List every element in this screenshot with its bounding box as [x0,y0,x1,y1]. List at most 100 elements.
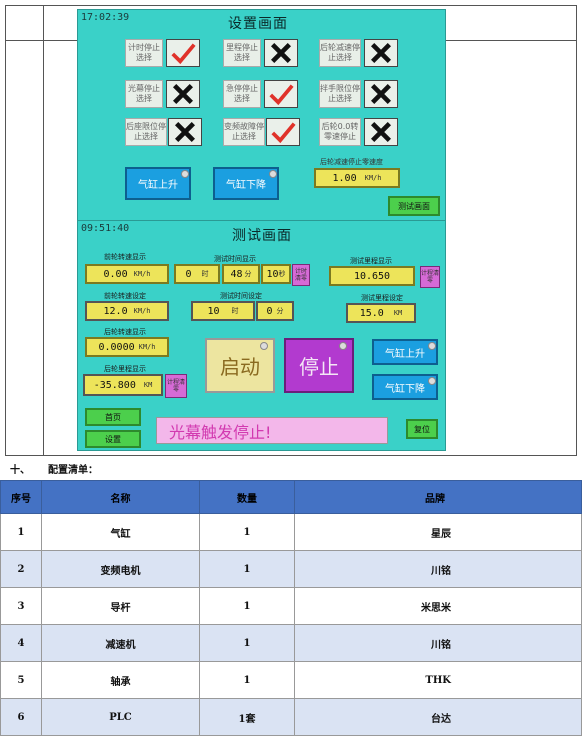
option-toggle-estop-stop[interactable] [264,80,298,108]
front-speed-set-label: 前轮转速设定 [104,292,146,300]
table-row: 2 变频电机 1 川铭 [0,550,582,588]
front-speed-set-input[interactable]: 12.0 KM/h [85,301,169,321]
rear-mileage-value: -35.800 [93,379,136,391]
front-speed-label: 前轮转速显示 [104,253,146,261]
row-index: 3 [0,587,42,625]
front-speed-value: 0.00 [103,268,128,280]
section-title: 配置清单： [48,465,98,476]
option-toggle-zero-speed-stop[interactable] [364,118,398,146]
test-cylinder-down-label: 气缸下降 [385,383,425,395]
rear-slow-speed-unit: KM/h [364,174,382,182]
cylinder-up-label: 气缸上升 [138,180,178,191]
home-label: 首页 [105,412,121,422]
rear-speed-label: 后轮转速显示 [104,328,146,336]
test-cylinder-down-indicator-icon [428,377,436,385]
front-speed-display: 0.00 KM/h [85,264,169,284]
header-name: 名称 [41,480,200,514]
option-toggle-rear-slow-stop[interactable] [364,39,398,67]
row-quantity: 1 [199,550,295,588]
option-toggle-seat-limit-stop[interactable] [168,118,202,146]
settings-title: 设置画面 [228,16,288,32]
checkmark-icon [269,84,294,106]
cross-icon [271,43,291,63]
test-time-minutes-value: 48 [230,268,243,280]
rear-speed-value: 0.0000 [98,341,135,353]
test-time-set-minutes-value: 0 [266,305,273,317]
reset-button[interactable]: 复位 [406,419,438,439]
option-toggle-curtain-stop[interactable] [166,80,200,108]
mileage-set-input[interactable]: 15.0 KM [346,303,416,323]
row-quantity: 1 [199,587,295,625]
front-speed-set-value: 12.0 [103,305,128,317]
rear-speed-display: 0.0000 KM/h [85,337,169,357]
mileage-clear-button[interactable]: 计程清零 [420,266,440,288]
rear-speed-unit: KM/h [138,343,156,351]
test-time-set-minutes-input[interactable]: 0 分 [256,301,294,321]
option-label-mileage-stop: 里程停止选择 [223,39,261,67]
test-screen-button[interactable]: 测试画面 [388,196,440,216]
option-toggle-vfd-fault-stop[interactable] [266,118,300,146]
checkmark-icon [271,122,296,144]
rear-slow-speed-input[interactable]: 1.00 KM/h [314,168,400,188]
rear-clear-button[interactable]: 计程清零 [165,374,187,398]
row-brand: 川铭 [294,550,582,588]
settings-clock: 17:02:39 [81,12,130,23]
home-button[interactable]: 首页 [85,408,141,426]
row-index: 2 [0,550,42,588]
row-index: 5 [0,661,42,699]
header-quantity: 数量 [199,480,295,514]
frame-divider-left [43,5,44,456]
test-time-hours-value: 0 [185,268,192,280]
settings-label: 设置 [105,434,121,444]
stop-indicator-icon [339,342,347,350]
front-speed-set-unit: KM/h [133,307,151,315]
test-time-seconds-value: 10 [266,268,279,280]
row-quantity: 1套 [199,698,295,736]
option-label-estop-stop: 急停停止选择 [223,80,261,108]
table-row: 6 PLC 1套 台达 [0,698,582,736]
timer-clear-button[interactable]: 计时清零 [292,264,310,286]
option-label-zero-speed-stop: 后轮0.0转零速停止 [319,118,361,146]
row-index: 4 [0,624,42,662]
table-row: 5 轴承 1 THK [0,661,582,699]
checkmark-icon [171,43,196,65]
test-time-set-label: 测试时间设定 [220,292,262,300]
test-time-label: 测试时间显示 [214,255,256,263]
option-toggle-timer-stop[interactable] [166,39,200,67]
cross-icon [371,84,391,104]
mileage-set-label: 测试里程设定 [361,294,403,302]
row-name: 变频电机 [41,550,200,588]
option-label-seat-limit-stop: 后座限位停止选择 [125,118,167,146]
rear-slow-speed-value: 1.00 [332,172,357,184]
test-title: 测试画面 [232,228,292,244]
test-screen: 09:51:40 测试画面 前轮转速显示 0.00 KM/h 测试时间显示 0 … [77,220,446,451]
cylinder-down-label: 气缸下降 [226,180,266,191]
status-message-bar: 光幕触发停止! [156,417,388,444]
table-row: 1 气缸 1 星辰 [0,513,582,551]
front-speed-unit: KM/h [133,270,151,278]
reset-label: 复位 [414,424,430,434]
row-name: PLC [41,698,200,736]
test-mileage-value: 10.650 [353,270,391,282]
row-index: 6 [0,698,42,736]
row-brand: 星辰 [294,513,582,551]
settings-button[interactable]: 设置 [85,430,141,448]
option-toggle-handle-limit-stop[interactable] [364,80,398,108]
row-name: 导杆 [41,587,200,625]
header-index: 序号 [0,480,42,514]
row-quantity: 1 [199,624,295,662]
stop-label: 停止 [299,355,339,379]
row-brand: THK [294,661,582,699]
test-time-set-hours-input[interactable]: 10 时 [191,301,255,321]
table-row: 4 减速机 1 川铭 [0,624,582,662]
test-screen-label: 测试画面 [398,201,430,211]
row-brand: 台达 [294,698,582,736]
test-mileage-label: 测试里程显示 [350,257,392,265]
option-label-curtain-stop: 光幕停止选择 [125,80,163,108]
start-label: 启动 [220,355,260,379]
section-number: 十、 [10,465,30,476]
row-brand: 米思米 [294,587,582,625]
option-toggle-mileage-stop[interactable] [264,39,298,67]
test-time-set-minutes-unit: 分 [276,307,284,315]
rear-slow-speed-label: 后轮减速停止零速度 [320,158,383,166]
